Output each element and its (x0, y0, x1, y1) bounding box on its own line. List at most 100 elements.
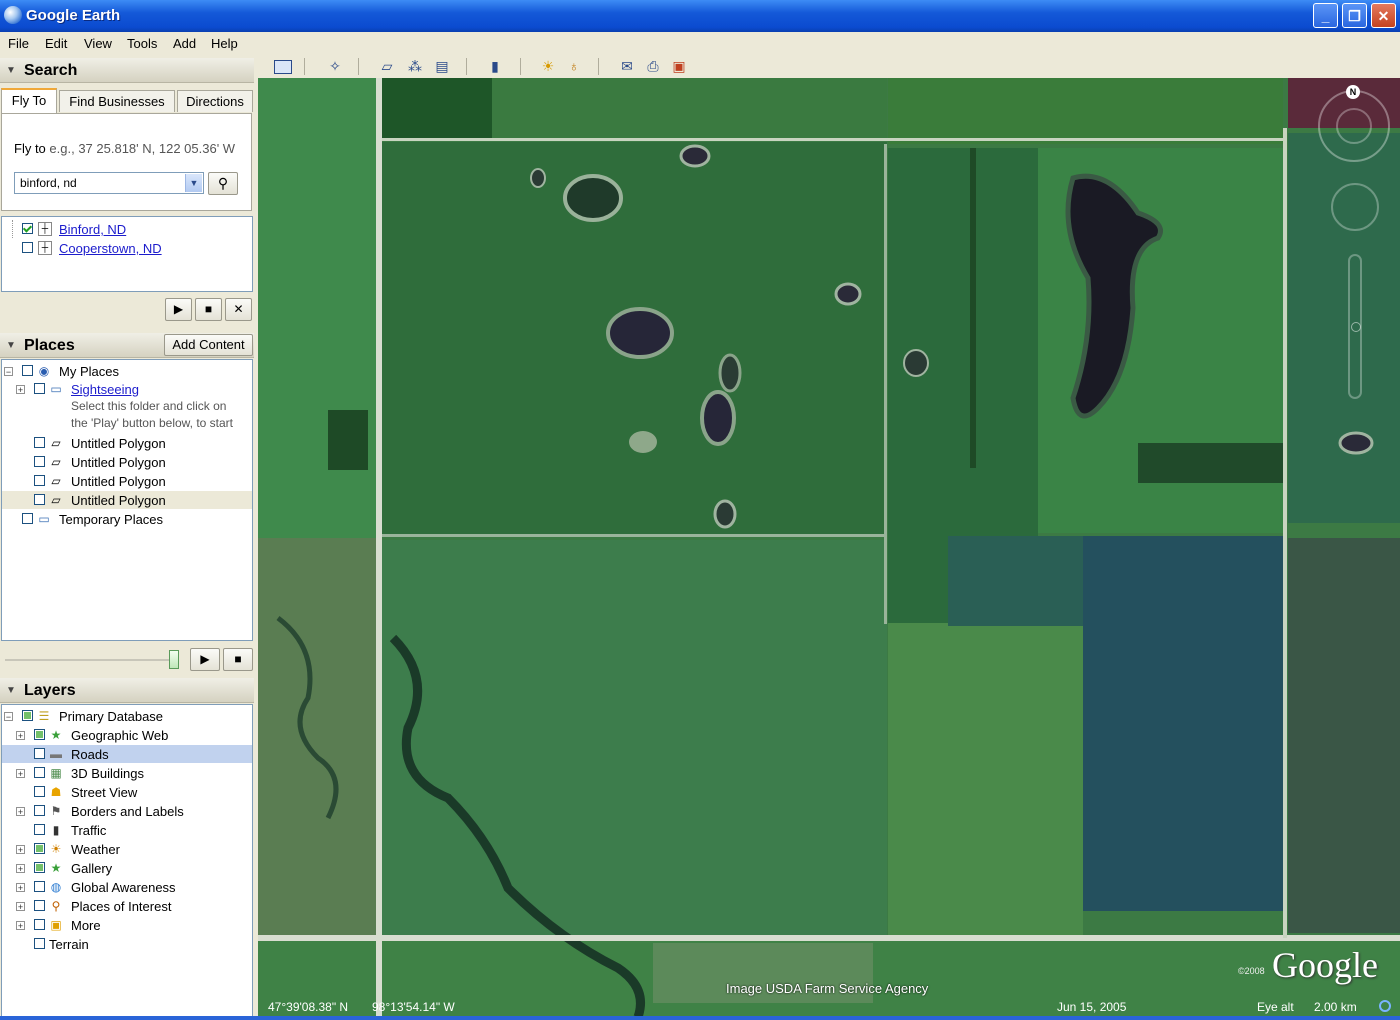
result-checkbox[interactable] (22, 223, 33, 234)
zoom-slider[interactable] (1348, 254, 1362, 399)
minimize-button[interactable]: _ (1313, 3, 1338, 28)
expand-toggle-icon[interactable]: + (16, 385, 25, 395)
menu-file[interactable]: File (8, 36, 29, 51)
layer-row-street-view[interactable]: ☗ Street View (2, 783, 252, 801)
tree-item-polygon[interactable]: ▱ Untitled Polygon (2, 472, 252, 490)
look-joystick[interactable]: N (1318, 85, 1390, 162)
satellite-imagery[interactable] (258, 78, 1400, 1017)
search-go-button[interactable]: ⚲ (208, 172, 238, 195)
look-ring[interactable] (1336, 108, 1372, 144)
sightseeing-checkbox[interactable] (34, 383, 45, 394)
layer-row-traffic[interactable]: ▮ Traffic (2, 821, 252, 839)
tree-item-temporary-places[interactable]: ▭ Temporary Places (2, 510, 252, 528)
layer-row-borders-and-labels[interactable]: + ⚑ Borders and Labels (2, 802, 252, 820)
layer-row-more[interactable]: + ▣ More (2, 916, 252, 934)
layer-checkbox[interactable] (34, 767, 45, 778)
layer-row-roads[interactable]: ▬ Roads (2, 745, 252, 763)
layer-checkbox[interactable] (34, 900, 45, 911)
tab-fly-to[interactable]: Fly To (1, 88, 57, 113)
layer-row-geographic-web[interactable]: + ★ Geographic Web (2, 726, 252, 744)
collapse-toggle-icon[interactable]: − (4, 712, 13, 722)
tab-directions[interactable]: Directions (177, 90, 253, 112)
expand-toggle-icon[interactable]: + (16, 807, 25, 817)
primary-database-checkbox[interactable] (22, 710, 33, 721)
polygon-checkbox[interactable] (34, 475, 45, 486)
expand-toggle-icon[interactable]: + (16, 921, 25, 931)
sidebar-toggle-icon[interactable] (274, 60, 292, 74)
layer-row-3d-buildings[interactable]: + ▦ 3D Buildings (2, 764, 252, 782)
search-result-row[interactable]: ┼ Binford, ND (2, 220, 252, 238)
tree-item-my-places[interactable]: − ◉ My Places (2, 362, 252, 380)
menu-help[interactable]: Help (211, 36, 238, 51)
search-panel-header[interactable]: ▼ Search (0, 58, 254, 83)
tree-item-terrain[interactable]: Terrain (2, 935, 252, 953)
tab-find-businesses[interactable]: Find Businesses (59, 90, 175, 112)
collapse-toggle-icon[interactable]: − (4, 367, 13, 377)
expand-toggle-icon[interactable]: + (16, 902, 25, 912)
result-link[interactable]: Binford, ND (59, 222, 126, 237)
search-result-row[interactable]: ┼ Cooperstown, ND (2, 239, 252, 257)
layer-checkbox[interactable] (34, 748, 45, 759)
maximize-button[interactable]: ❐ (1342, 3, 1367, 28)
tree-item-polygon[interactable]: ▱ Untitled Polygon (2, 491, 252, 509)
sunlight-icon[interactable]: ☀ (539, 57, 557, 75)
menu-edit[interactable]: Edit (45, 36, 67, 51)
tree-item-primary-database[interactable]: − ☰ Primary Database (2, 707, 252, 725)
expand-toggle-icon[interactable]: + (16, 883, 25, 893)
polygon-checkbox[interactable] (34, 456, 45, 467)
polygon-checkbox[interactable] (34, 437, 45, 448)
stop-places-button[interactable]: ■ (223, 648, 253, 671)
path-add-icon[interactable]: ⁂ (406, 57, 424, 75)
terrain-checkbox[interactable] (34, 938, 45, 949)
menu-add[interactable]: Add (173, 36, 196, 51)
places-panel-header[interactable]: ▼ Places Add Content (0, 333, 254, 358)
layer-checkbox[interactable] (34, 862, 45, 873)
layer-row-weather[interactable]: + ☀ Weather (2, 840, 252, 858)
print-icon[interactable]: ⎙ (644, 57, 662, 75)
tour-slider[interactable] (5, 659, 177, 661)
layer-row-global-awareness[interactable]: + ◍ Global Awareness (2, 878, 252, 896)
add-content-button[interactable]: Add Content (164, 334, 253, 356)
clear-results-button[interactable]: ✕ (225, 298, 252, 321)
layer-checkbox[interactable] (34, 843, 45, 854)
polygon-checkbox[interactable] (34, 494, 45, 505)
expand-toggle-icon[interactable]: + (16, 845, 25, 855)
zoom-slider-thumb[interactable] (1351, 322, 1361, 332)
layer-checkbox[interactable] (34, 805, 45, 816)
move-joystick[interactable] (1331, 183, 1379, 231)
menu-tools[interactable]: Tools (127, 36, 157, 51)
my-places-checkbox[interactable] (22, 365, 33, 376)
expand-toggle-icon[interactable]: + (16, 731, 25, 741)
play-places-button[interactable]: ▶ (190, 648, 220, 671)
tour-slider-thumb[interactable] (169, 650, 179, 669)
tree-item-polygon[interactable]: ▱ Untitled Polygon (2, 434, 252, 452)
result-checkbox[interactable] (22, 242, 33, 253)
layers-panel-header[interactable]: ▼ Layers (0, 678, 254, 703)
google-maps-icon[interactable]: ▣ (670, 57, 688, 75)
layer-checkbox[interactable] (34, 919, 45, 930)
chevron-down-icon[interactable]: ▼ (185, 174, 202, 192)
layer-checkbox[interactable] (34, 786, 45, 797)
compass-north-icon[interactable]: N (1346, 85, 1360, 99)
fly-to-input[interactable]: binford, nd ▼ (14, 172, 204, 194)
tree-item-sightseeing[interactable]: + ▭ Sightseeing (2, 380, 252, 398)
sightseeing-link[interactable]: Sightseeing (71, 382, 139, 397)
play-tour-button[interactable]: ▶ (165, 298, 192, 321)
email-icon[interactable]: ✉ (618, 57, 636, 75)
layer-row-gallery[interactable]: + ★ Gallery (2, 859, 252, 877)
sky-planet-icon[interactable]: ♁ (565, 57, 583, 75)
map-view[interactable]: N Image USDA Farm Service Agency ©2008 G… (258, 78, 1400, 1017)
placemark-add-icon[interactable]: ✧ (326, 57, 344, 75)
polygon-add-icon[interactable]: ▱ (378, 57, 396, 75)
menu-view[interactable]: View (84, 36, 112, 51)
expand-toggle-icon[interactable]: + (16, 769, 25, 779)
layer-row-places-of-interest[interactable]: + ⚲ Places of Interest (2, 897, 252, 915)
layer-checkbox[interactable] (34, 824, 45, 835)
close-button[interactable]: ✕ (1371, 3, 1396, 28)
image-overlay-add-icon[interactable]: ▤ (433, 57, 451, 75)
tree-item-polygon[interactable]: ▱ Untitled Polygon (2, 453, 252, 471)
ruler-icon[interactable]: ▮ (486, 57, 504, 75)
temporary-places-checkbox[interactable] (22, 513, 33, 524)
stop-tour-button[interactable]: ■ (195, 298, 222, 321)
layer-checkbox[interactable] (34, 881, 45, 892)
